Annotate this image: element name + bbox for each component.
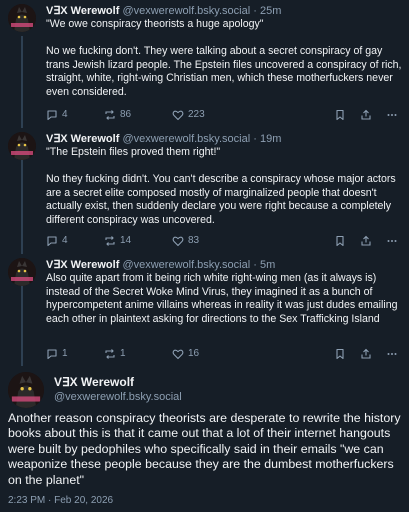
bookmark-button[interactable]: [334, 234, 346, 248]
avatar-icon: [8, 258, 36, 286]
post-header: V∃X Werewolf @vexwerewolf.bsky.social · …: [46, 258, 275, 272]
like-icon: [172, 110, 184, 121]
post-timestamp[interactable]: 2:23 PM · Feb 20, 2026: [8, 495, 113, 506]
more-button[interactable]: [386, 108, 398, 122]
thread-post-1[interactable]: V∃X Werewolf @vexwerewolf.bsky.social · …: [0, 0, 409, 130]
like-button[interactable]: 83: [172, 234, 199, 248]
share-icon: [361, 109, 371, 120]
repost-icon: [105, 110, 115, 120]
share-icon: [361, 235, 371, 246]
like-count: 83: [188, 235, 200, 246]
reply-count: 4: [62, 109, 68, 120]
bookmark-icon: [336, 235, 344, 247]
repost-icon: [105, 236, 115, 246]
author-handle[interactable]: @vexwerewolf.bsky.social: [122, 259, 250, 271]
repost-icon: [105, 349, 115, 359]
share-button[interactable]: [360, 108, 372, 122]
bookmark-icon: [336, 109, 344, 121]
more-icon: [387, 353, 397, 355]
post-text: Another reason conspiracy theorists are …: [8, 411, 401, 487]
post-header: V∃X Werewolf @vexwerewolf.bsky.social · …: [46, 132, 281, 146]
reply-button[interactable]: 1: [46, 347, 68, 361]
separator: ·: [253, 5, 257, 17]
author-handle[interactable]: @vexwerewolf.bsky.social: [122, 133, 250, 145]
repost-button[interactable]: 1: [104, 347, 126, 361]
post-text: "We owe conspiracy theorists a huge apol…: [46, 18, 402, 98]
author-name[interactable]: V∃X Werewolf: [46, 259, 119, 271]
post-time[interactable]: 19m: [260, 133, 281, 145]
reply-count: 4: [62, 235, 68, 246]
thread-post-2[interactable]: V∃X Werewolf @vexwerewolf.bsky.social · …: [0, 128, 409, 254]
post-text: "The Epstein files proved them right!" N…: [46, 146, 396, 226]
separator: ·: [253, 133, 257, 145]
avatar-icon: [8, 372, 44, 408]
like-icon: [172, 236, 184, 247]
more-icon: [387, 114, 397, 116]
repost-button[interactable]: 86: [104, 108, 131, 122]
like-icon: [172, 349, 184, 360]
separator: ·: [253, 259, 257, 271]
more-icon: [387, 240, 397, 242]
avatar-icon: [8, 4, 36, 32]
reply-icon: [47, 349, 57, 360]
avatar[interactable]: [8, 372, 44, 408]
repost-count: 1: [120, 348, 126, 359]
author-handle[interactable]: @vexwerewolf.bsky.social: [122, 5, 250, 17]
thread-post-3[interactable]: V∃X Werewolf @vexwerewolf.bsky.social · …: [0, 254, 409, 366]
post-actions: 4 14 83: [46, 234, 402, 248]
share-button[interactable]: [360, 234, 372, 248]
avatar[interactable]: [8, 132, 36, 160]
share-icon: [361, 348, 371, 359]
repost-count: 86: [120, 109, 132, 120]
repost-count: 14: [120, 235, 132, 246]
like-count: 223: [188, 109, 205, 120]
share-button[interactable]: [360, 347, 372, 361]
like-count: 16: [188, 348, 200, 359]
post-actions: 4 86 223: [46, 108, 402, 122]
author-name[interactable]: V∃X Werewolf: [54, 375, 134, 389]
bookmark-button[interactable]: [334, 347, 346, 361]
focused-post: V∃X Werewolf @vexwerewolf.bsky.social An…: [0, 366, 409, 512]
like-button[interactable]: 16: [172, 347, 199, 361]
author-name[interactable]: V∃X Werewolf: [46, 133, 119, 145]
reply-count: 1: [62, 348, 68, 359]
post-text: Also quite apart from it being rich whit…: [46, 272, 401, 325]
avatar[interactable]: [8, 4, 36, 32]
author-handle[interactable]: @vexwerewolf.bsky.social: [54, 391, 182, 403]
reply-button[interactable]: 4: [46, 234, 68, 248]
reply-button[interactable]: 4: [46, 108, 68, 122]
avatar[interactable]: [8, 258, 36, 286]
post-header: V∃X Werewolf @vexwerewolf.bsky.social · …: [46, 4, 281, 18]
bookmark-icon: [336, 348, 344, 360]
post-time[interactable]: 5m: [260, 259, 275, 271]
reply-icon: [47, 236, 57, 247]
post-time[interactable]: 25m: [260, 5, 281, 17]
reply-icon: [47, 110, 57, 121]
author-name[interactable]: V∃X Werewolf: [46, 5, 119, 17]
like-button[interactable]: 223: [172, 108, 205, 122]
avatar-icon: [8, 132, 36, 160]
bookmark-button[interactable]: [334, 108, 346, 122]
more-button[interactable]: [386, 347, 398, 361]
post-actions: 1 1 16: [46, 347, 402, 361]
repost-button[interactable]: 14: [104, 234, 131, 248]
more-button[interactable]: [386, 234, 398, 248]
